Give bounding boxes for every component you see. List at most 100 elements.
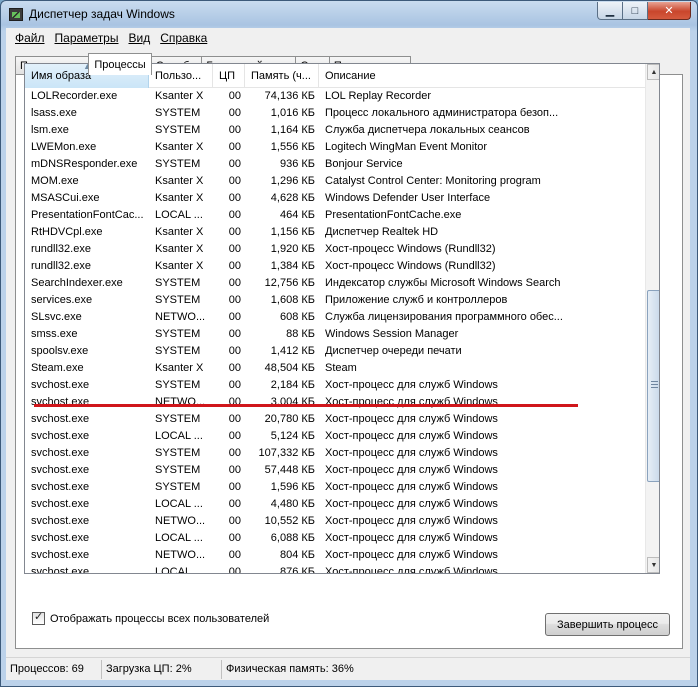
cell-description: Диспетчер очереди печати xyxy=(325,345,462,357)
table-row[interactable]: svchost.exe LOCAL ... 00 4,480 КБ Хост-проце… xyxy=(25,496,645,513)
cell-image-name: mDNSResponder.exe xyxy=(31,158,138,170)
process-list[interactable]: ▲ Имя образа Пользо... ЦП Память (ч... О… xyxy=(24,63,660,574)
table-row[interactable]: smss.exe SYSTEM 00 88 КБ Windows Session Man… xyxy=(25,326,645,343)
cell-cpu: 00 xyxy=(228,464,241,476)
cell-image-name: svchost.exe xyxy=(31,464,90,476)
cell-memory: 1,412 КБ xyxy=(270,345,315,357)
table-row[interactable]: svchost.exe NETWO... 00 10,552 КБ Хост-проце… xyxy=(25,513,645,530)
table-row[interactable]: SearchIndexer.exe SYSTEM 00 12,756 КБ Индекс… xyxy=(25,275,645,292)
cell-memory: 20,780 КБ xyxy=(264,413,315,425)
table-row[interactable]: svchost.exe SYSTEM 00 1,596 КБ Хост-процесс … xyxy=(25,479,645,496)
cell-user: SYSTEM xyxy=(155,124,201,136)
cell-description: Приложение служб и контроллеров xyxy=(325,294,508,306)
cell-memory: 1,016 КБ xyxy=(270,107,315,119)
column-description-label: Описание xyxy=(325,70,376,82)
table-row[interactable]: MSASCui.exe Ksanter X 00 4,628 КБ Windows De… xyxy=(25,190,645,207)
cell-user: SYSTEM xyxy=(155,345,201,357)
end-process-button[interactable]: Завершить процесс xyxy=(545,613,670,636)
tab-processes[interactable]: Процессы xyxy=(88,53,152,75)
show-all-users-option[interactable]: Отображать процессы всех пользователей xyxy=(32,610,269,625)
cell-cpu: 00 xyxy=(228,294,241,306)
cell-cpu: 00 xyxy=(228,379,241,391)
cell-description: Индексатор службы Microsoft Windows Sear… xyxy=(325,277,561,289)
cell-description: Процесс локального администратора безоп.… xyxy=(325,107,559,119)
table-row[interactable]: LWEMon.exe Ksanter X 00 1,556 КБ Logitech Wi… xyxy=(25,139,645,156)
cell-user: SYSTEM xyxy=(155,294,201,306)
table-row[interactable]: mDNSResponder.exe SYSTEM 00 936 КБ Bonjour S… xyxy=(25,156,645,173)
cell-description: Хост-процесс для служб Windows xyxy=(325,379,498,391)
cell-cpu: 00 xyxy=(228,498,241,510)
table-row[interactable]: services.exe SYSTEM 00 1,608 КБ Приложение с… xyxy=(25,292,645,309)
cell-user: SYSTEM xyxy=(155,107,201,119)
title-bar[interactable]: Диспетчер задач Windows ▁ □ ✕ xyxy=(1,1,697,29)
menu-file[interactable]: Файл xyxy=(10,31,50,45)
cell-user: SYSTEM xyxy=(155,379,201,391)
close-button[interactable]: ✕ xyxy=(648,2,691,20)
cell-image-name: services.exe xyxy=(31,294,93,306)
table-row[interactable]: svchost.exe SYSTEM 00 2,184 КБ Хост-процесс … xyxy=(25,377,645,394)
table-row[interactable]: lsm.exe SYSTEM 00 1,164 КБ Служба диспетчера… xyxy=(25,122,645,139)
cell-image-name: svchost.exe xyxy=(31,549,90,561)
vertical-scrollbar[interactable]: ▲ ▼ xyxy=(645,64,659,573)
table-row[interactable]: spoolsv.exe SYSTEM 00 1,412 КБ Диспетчер оче… xyxy=(25,343,645,360)
table-row[interactable]: lsass.exe SYSTEM 00 1,016 КБ Процесс локальн… xyxy=(25,105,645,122)
cell-description: Steam xyxy=(325,362,357,374)
cell-image-name: lsass.exe xyxy=(31,107,77,119)
cell-memory: 48,504 КБ xyxy=(264,362,315,374)
menu-help[interactable]: Справка xyxy=(155,31,212,45)
column-description[interactable]: Описание xyxy=(319,64,645,88)
cell-image-name: MOM.exe xyxy=(31,175,79,187)
cell-description: Хост-процесс для служб Windows xyxy=(325,566,498,574)
cell-description: Хост-процесс для служб Windows xyxy=(325,447,498,459)
cell-memory: 1,384 КБ xyxy=(270,260,315,272)
cell-memory: 3,004 КБ xyxy=(270,396,315,408)
table-row[interactable]: svchost.exe SYSTEM 00 107,332 КБ Хост-процес… xyxy=(25,445,645,462)
cell-cpu: 00 xyxy=(228,362,241,374)
show-all-users-checkbox[interactable] xyxy=(32,610,45,625)
menu-view[interactable]: Вид xyxy=(123,31,155,45)
column-memory[interactable]: Память (ч... xyxy=(245,64,319,88)
cell-user: Ksanter X xyxy=(155,260,204,272)
cell-image-name: RtHDVCpl.exe xyxy=(31,226,103,238)
table-row[interactable]: svchost.exe NETWO... 00 3,004 КБ Хост-процес… xyxy=(25,394,645,411)
scroll-thumb[interactable] xyxy=(647,290,659,482)
cell-memory: 1,596 КБ xyxy=(270,481,315,493)
cell-image-name: svchost.exe xyxy=(31,532,90,544)
table-row[interactable]: svchost.exe SYSTEM 00 20,780 КБ Хост-процесс… xyxy=(25,411,645,428)
minimize-icon: ▁ xyxy=(605,5,615,17)
table-row[interactable]: rundll32.exe Ksanter X 00 1,384 КБ Хост-проц… xyxy=(25,258,645,275)
cell-cpu: 00 xyxy=(228,107,241,119)
menu-options[interactable]: Параметры xyxy=(50,31,124,45)
table-row[interactable]: SLsvc.exe NETWO... 00 608 КБ Служба лицензир… xyxy=(25,309,645,326)
cell-memory: 804 КБ xyxy=(279,549,315,561)
cell-description: Хост-процесс для служб Windows xyxy=(325,413,498,425)
scroll-up-button[interactable]: ▲ xyxy=(647,64,659,80)
minimize-button[interactable]: ▁ xyxy=(597,2,623,20)
column-user[interactable]: Пользо... xyxy=(149,64,213,88)
column-cpu[interactable]: ЦП xyxy=(213,64,245,88)
grip-icon xyxy=(651,381,658,388)
maximize-button[interactable]: □ xyxy=(623,2,648,20)
table-row[interactable]: svchost.exe LOCAL ... 00 876 КБ Хост-процесс… xyxy=(25,564,645,574)
cell-cpu: 00 xyxy=(228,515,241,527)
cell-user: NETWO... xyxy=(155,515,206,527)
table-row[interactable]: Steam.exe Ksanter X 00 48,504 КБ Steam xyxy=(25,360,645,377)
table-row[interactable]: rundll32.exe Ksanter X 00 1,920 КБ Хост-проц… xyxy=(25,241,645,258)
cell-description: Хост-процесс Windows (Rundll32) xyxy=(325,243,496,255)
table-row[interactable]: svchost.exe LOCAL ... 00 6,088 КБ Хост-проце… xyxy=(25,530,645,547)
cell-cpu: 00 xyxy=(228,328,241,340)
table-row[interactable]: LOLRecorder.exe Ksanter X 00 74,136 КБ LOL R… xyxy=(25,88,645,105)
cell-cpu: 00 xyxy=(228,481,241,493)
status-cpu-usage: Загрузка ЦП: 2% xyxy=(102,659,222,679)
scroll-down-button[interactable]: ▼ xyxy=(647,557,659,573)
close-icon: ✕ xyxy=(664,5,674,17)
table-row[interactable]: svchost.exe NETWO... 00 804 КБ Хост-процесс … xyxy=(25,547,645,564)
table-row[interactable]: MOM.exe Ksanter X 00 1,296 КБ Catalyst Contr… xyxy=(25,173,645,190)
cell-cpu: 00 xyxy=(228,311,241,323)
table-row[interactable]: RtHDVCpl.exe Ksanter X 00 1,156 КБ Диспетчер… xyxy=(25,224,645,241)
cell-image-name: svchost.exe xyxy=(31,379,90,391)
table-row[interactable]: PresentationFontCac... LOCAL ... 00 464 КБ P… xyxy=(25,207,645,224)
table-row[interactable]: svchost.exe LOCAL ... 00 5,124 КБ Хост-проце… xyxy=(25,428,645,445)
cell-description: Хост-процесс для служб Windows xyxy=(325,464,498,476)
table-row[interactable]: svchost.exe SYSTEM 00 57,448 КБ Хост-процесс… xyxy=(25,462,645,479)
